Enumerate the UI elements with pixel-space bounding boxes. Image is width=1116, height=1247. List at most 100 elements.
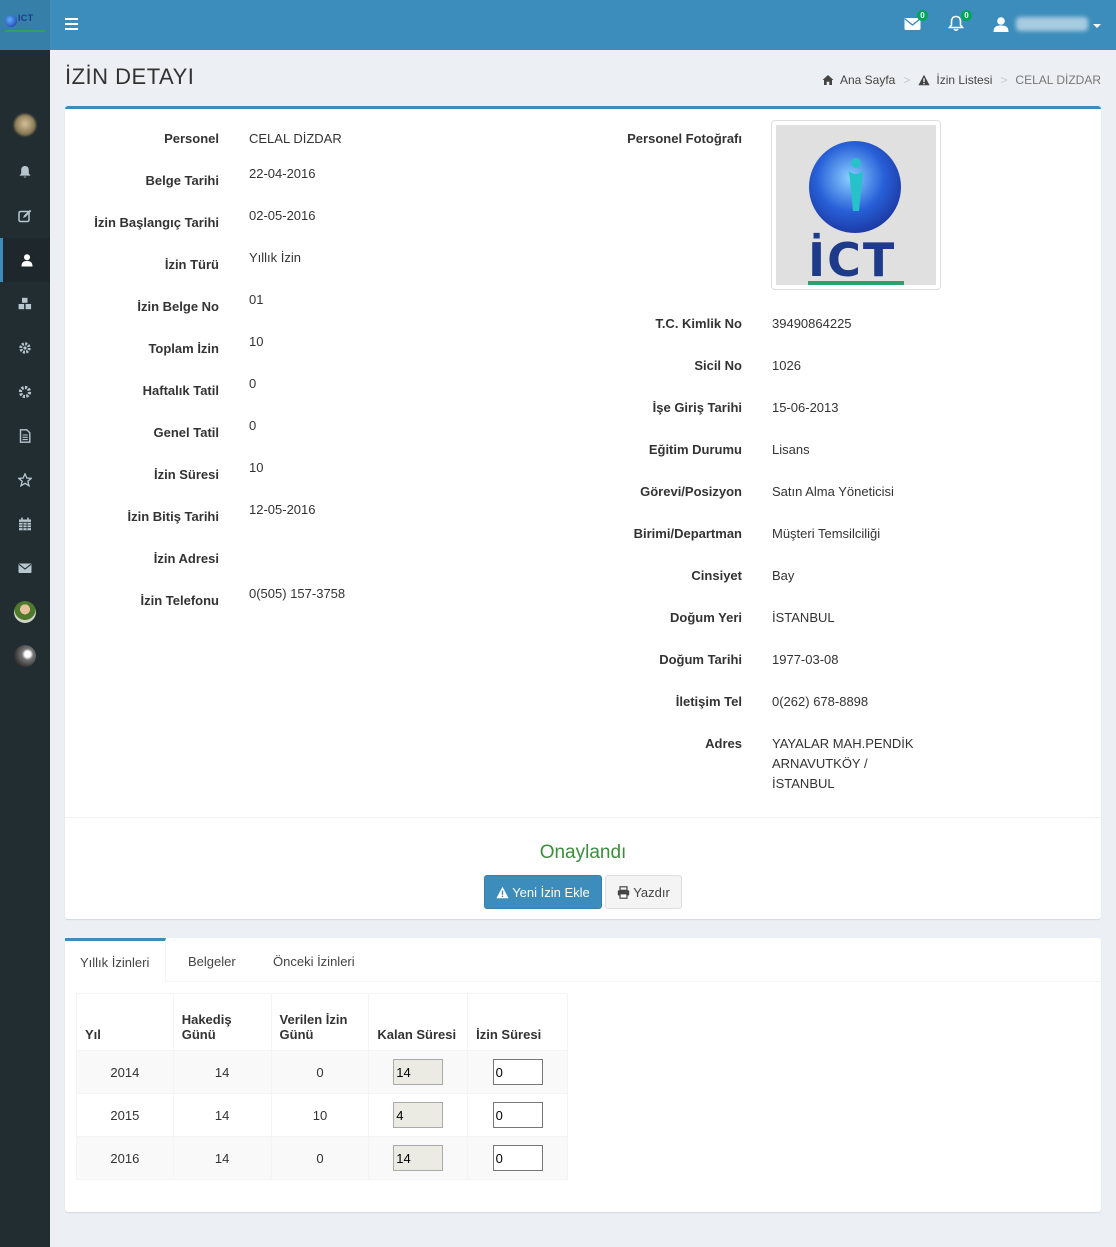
field-value-tc-no: 39490864225 [772, 316, 852, 331]
field-label-hire-date: İşe Giriş Tarihi [652, 400, 742, 415]
home-icon [822, 75, 834, 85]
cell-year: 2014 [76, 1050, 174, 1094]
sidebar-item-media[interactable] [0, 634, 50, 678]
tab-documents[interactable]: Belgeler [173, 938, 251, 982]
duration-input[interactable] [492, 1102, 543, 1128]
sidebar-item-modules[interactable] [0, 282, 50, 326]
field-label-leave-duration: İzin Süresi [153, 467, 219, 482]
sidebar-item-edit[interactable] [0, 194, 50, 238]
table-header-row: Yıl Hakediş Günü Verilen İzin Günü Kalan… [76, 993, 568, 1051]
cubes-icon [18, 297, 32, 310]
field-label-contact-phone: İletişim Tel [675, 694, 742, 709]
star-icon [18, 473, 32, 487]
field-value-hire-date: 15-06-2013 [772, 400, 839, 415]
field-value-address-line-3: İSTANBUL [772, 776, 835, 791]
user-icon [993, 17, 1009, 32]
cell-given: 0 [270, 1136, 370, 1180]
field-label-education: Eğitim Durumu [648, 442, 742, 457]
annual-leave-table: Yıl Hakediş Günü Verilen İzin Günü Kalan… [76, 993, 568, 1180]
field-label-public-holiday: Genel Tatil [153, 425, 220, 440]
field-value-weekly-holiday: 0 [249, 376, 257, 391]
messages-count-badge: 0 [917, 10, 928, 21]
cell-earned: 14 [172, 1093, 272, 1137]
tab-previous-leaves[interactable]: Önceki İzinleri [258, 938, 370, 982]
field-label-position: Görevi/Posizyon [640, 484, 742, 499]
field-value-birth-place: İSTANBUL [772, 610, 835, 625]
field-label-leave-type: İzin Türü [164, 257, 219, 272]
envelope-icon [18, 563, 32, 573]
cell-earned: 14 [172, 1136, 272, 1180]
approval-status: Onaylandı [539, 842, 627, 863]
field-label-total-leave: Toplam İzin [148, 341, 219, 356]
breadcrumb-home-link[interactable]: Ana Sayfa [840, 73, 895, 87]
duration-input[interactable] [492, 1059, 543, 1085]
edit-icon [18, 209, 32, 223]
avatar [14, 645, 36, 667]
cell-duration [467, 1093, 568, 1137]
field-value-leave-phone: 0(505) 157-3758 [249, 586, 346, 601]
sidebar-item-config[interactable] [0, 370, 50, 414]
new-leave-button-label: Yeni İzin Ekle [512, 884, 590, 900]
caret-down-icon[interactable] [1093, 24, 1101, 28]
column-header-duration: İzin Süresi [467, 993, 568, 1051]
print-button-label: Yazdır [633, 884, 670, 900]
new-leave-button[interactable]: Yeni İzin Ekle [484, 875, 602, 909]
user-menu-button[interactable] [993, 16, 1009, 32]
top-navbar: ICT 0 0 [0, 0, 1116, 50]
sidebar-item-notifications[interactable] [0, 150, 50, 194]
breadcrumb-list-link[interactable]: İzin Listesi [936, 73, 992, 87]
field-value-birth-date: 1977-03-08 [772, 652, 839, 667]
avatar [14, 601, 36, 623]
tabs-box: Yıllık İzinleri Belgeler Önceki İzinleri… [65, 938, 1101, 1212]
sidebar-item-calendar[interactable] [0, 502, 50, 546]
photo-logo-text: İCT [808, 233, 897, 285]
field-value-document-no: 01 [249, 292, 264, 307]
tab-annual-leaves[interactable]: Yıllık İzinleri [65, 938, 166, 982]
user-name-blurred[interactable] [1016, 17, 1088, 31]
cell-duration [467, 1050, 568, 1094]
sidebar-item-settings[interactable] [0, 326, 50, 370]
sidebar-item-mail[interactable] [0, 546, 50, 590]
divider [65, 817, 1101, 818]
sidebar-user-avatar[interactable] [0, 103, 50, 147]
column-header-remaining: Kalan Süresi [368, 993, 469, 1051]
field-label-end-date: İzin Bitiş Tarihi [127, 509, 220, 524]
gear-icon [18, 385, 32, 399]
remaining-input [393, 1145, 444, 1171]
field-value-leave-duration: 10 [249, 460, 264, 475]
field-value-document-date: 22-04-2016 [249, 166, 316, 181]
field-value-end-date: 12-05-2016 [249, 502, 316, 517]
avatar [14, 114, 36, 136]
remaining-input [393, 1102, 444, 1128]
cell-given: 0 [270, 1050, 370, 1094]
cell-remaining [368, 1093, 469, 1137]
remaining-input [393, 1059, 444, 1085]
field-label-start-date: İzin Başlangıç Tarihi [94, 215, 219, 230]
calendar-icon [19, 517, 31, 531]
breadcrumb-separator: > [903, 73, 911, 87]
page-title: İZİN DETAYI [65, 64, 195, 89]
sidebar-item-personnel[interactable] [0, 238, 50, 282]
field-label-address: Adres [705, 736, 742, 751]
field-label-leave-phone: İzin Telefonu [140, 593, 219, 608]
photo-logo-underline [808, 281, 904, 285]
user-icon [21, 254, 32, 267]
field-label-weekly-holiday: Haftalık Tatil [142, 383, 219, 398]
sidebar-item-favorites[interactable] [0, 458, 50, 502]
field-label-document-date: Belge Tarihi [145, 173, 219, 188]
cell-remaining [368, 1136, 469, 1180]
duration-input[interactable] [492, 1145, 543, 1171]
field-value-personel: CELAL DİZDAR [249, 131, 342, 146]
sidebar-toggle-button[interactable] [65, 18, 78, 30]
sidebar-item-documents[interactable] [0, 414, 50, 458]
field-value-address-line-1: YAYALAR MAH.PENDİK [772, 736, 914, 751]
field-label-photo: Personel Fotoğrafı [627, 131, 742, 146]
print-button[interactable]: Yazdır [605, 875, 682, 909]
logo[interactable]: ICT [0, 0, 50, 50]
field-value-start-date: 02-05-2016 [249, 208, 316, 223]
cell-given: 10 [270, 1093, 370, 1137]
column-header-year: Yıl [76, 993, 174, 1051]
sidebar [0, 50, 50, 1247]
column-header-earned-days: Hakediş Günü [172, 993, 272, 1051]
sidebar-item-profile[interactable] [0, 590, 50, 634]
